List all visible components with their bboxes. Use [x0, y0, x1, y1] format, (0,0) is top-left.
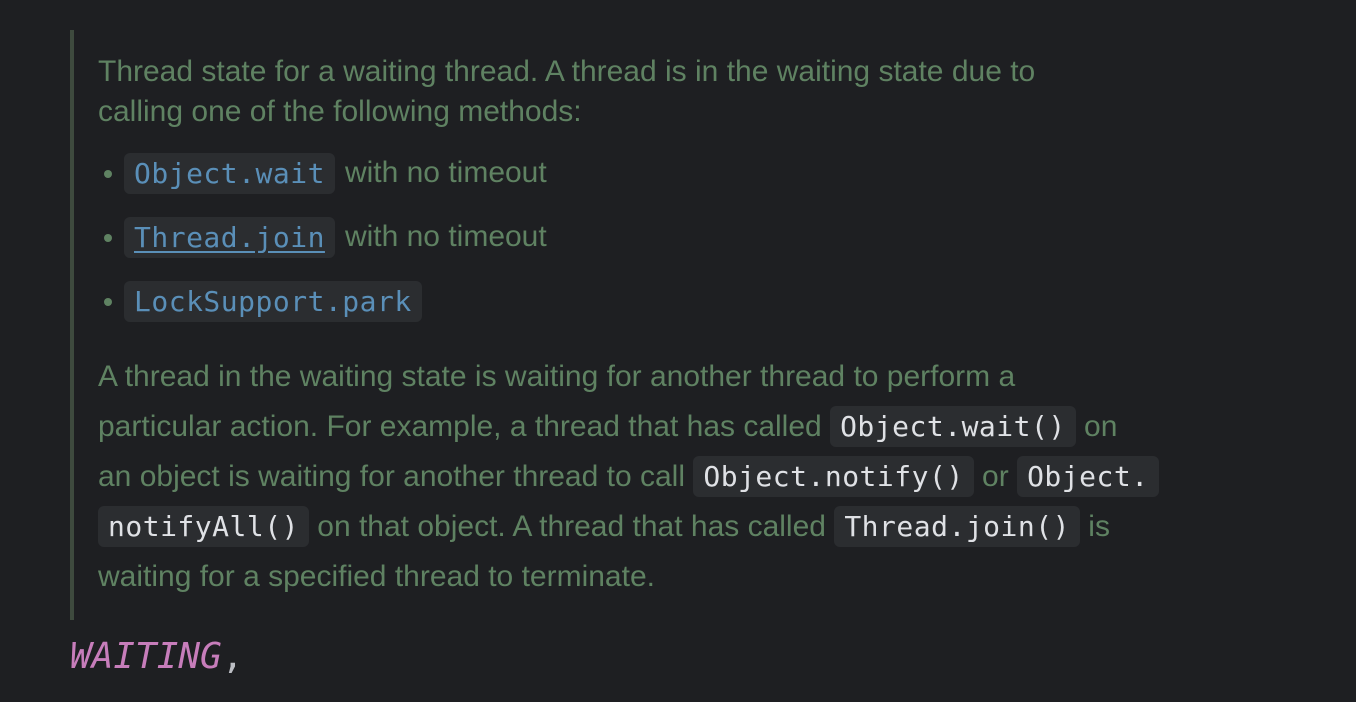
bullet-icon	[104, 234, 112, 242]
description-text: particular action. For example, a thread…	[98, 410, 831, 443]
locksupport-park-link[interactable]: LockSupport.park	[124, 280, 422, 322]
description-line: an object is waiting for another thread …	[98, 452, 1238, 502]
description-line: waiting for a specified thread to termin…	[98, 552, 1238, 602]
description-text: or	[973, 460, 1018, 493]
inline-code: Object.wait()	[830, 406, 1076, 447]
doc-intro-line-1: Thread state for a waiting thread. A thr…	[98, 55, 1036, 88]
javadoc-block: Thread state for a waiting thread. A thr…	[70, 30, 1250, 620]
inline-code: Object.	[1017, 456, 1159, 497]
description-text: on	[1075, 410, 1118, 443]
method-list: Object.wait with no timeout Thread.join …	[98, 150, 547, 342]
description-text: an object is waiting for another thread …	[98, 460, 694, 493]
method-suffix: with no timeout	[344, 220, 547, 253]
description-line: notifyAll() on that object. A thread tha…	[98, 502, 1238, 552]
description-text: A thread in the waiting state is waiting…	[98, 360, 1016, 393]
object-wait-link[interactable]: Object.wait	[124, 152, 335, 194]
bullet-icon	[104, 298, 112, 306]
enum-constant-name[interactable]: WAITING	[70, 636, 222, 677]
thread-join-link[interactable]: Thread.join	[124, 216, 335, 258]
inline-code: Thread.join()	[834, 506, 1080, 547]
doc-description: A thread in the waiting state is waiting…	[98, 352, 1238, 602]
list-item: Object.wait with no timeout	[98, 150, 547, 196]
bullet-icon	[104, 170, 112, 178]
enum-comma: ,	[221, 636, 244, 677]
inline-code: Object.notify()	[693, 456, 974, 497]
list-item: Thread.join with no timeout	[98, 214, 547, 260]
inline-code: notifyAll()	[98, 506, 309, 547]
doc-intro-line-2: calling one of the following methods:	[98, 95, 582, 128]
description-text: is	[1079, 510, 1110, 543]
description-line: particular action. For example, a thread…	[98, 402, 1238, 452]
description-line: A thread in the waiting state is waiting…	[98, 352, 1238, 402]
description-text: waiting for a specified thread to termin…	[98, 560, 655, 593]
method-suffix: with no timeout	[344, 156, 547, 189]
description-text: on that object. A thread that has called	[308, 510, 835, 543]
enum-constant-line[interactable]: WAITING,	[70, 636, 243, 677]
list-item: LockSupport.park	[98, 278, 547, 324]
